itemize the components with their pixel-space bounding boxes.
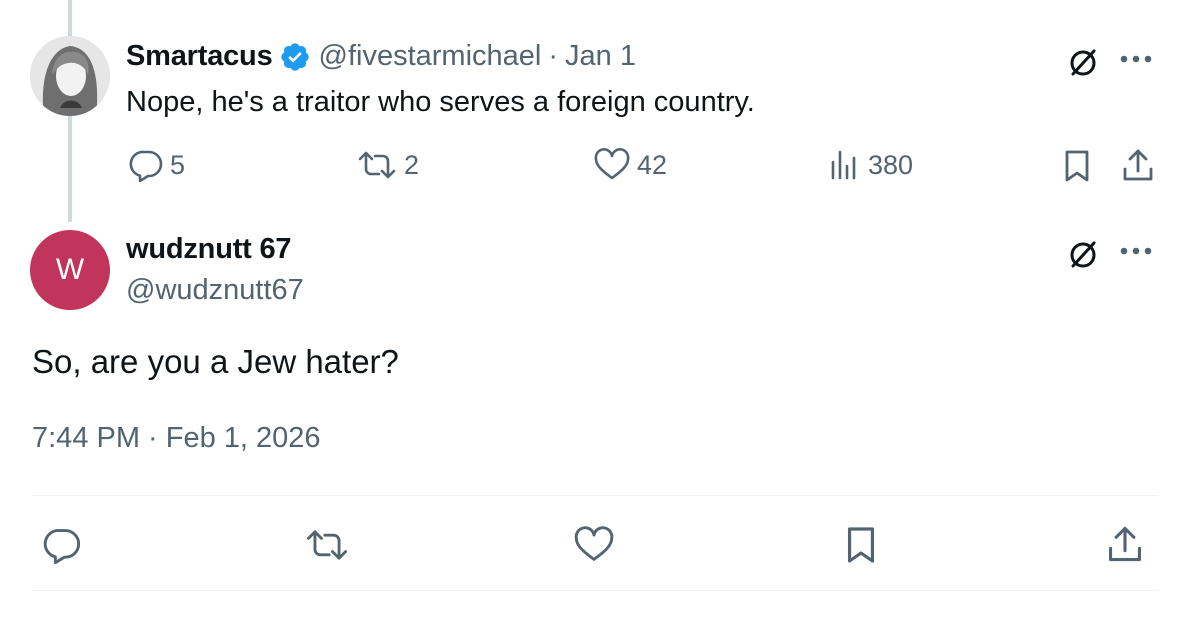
share-upload-icon <box>1123 149 1153 181</box>
grok-slash-circle-icon[interactable] <box>1063 236 1103 272</box>
share-button[interactable] <box>1120 146 1156 184</box>
share-upload-icon <box>1108 526 1141 562</box>
reply-button[interactable] <box>40 525 84 565</box>
avatar[interactable] <box>30 36 110 116</box>
reply-count: 5 <box>170 149 186 180</box>
bookmark-button[interactable] <box>842 524 880 566</box>
repost-arrows-icon <box>306 530 348 560</box>
like-count: 42 <box>637 149 668 180</box>
repost-button[interactable] <box>302 525 352 565</box>
parent-tweet-header: Smartacus @fivestarmichael · Jan 1 <box>126 40 636 73</box>
parent-tweet-text: Nope, he's a traitor who serves a foreig… <box>126 86 755 118</box>
display-name[interactable]: wudznutt 67 <box>126 233 292 266</box>
handle[interactable]: @wudznutt67 <box>126 274 304 307</box>
tweet-date[interactable]: Jan 1 <box>565 40 636 73</box>
repost-arrows-icon <box>358 151 396 179</box>
divider <box>32 495 1158 496</box>
separator-dot: · <box>548 40 559 72</box>
divider <box>32 590 1158 591</box>
avatar-photo-icon <box>30 36 110 116</box>
grok-slash-circle-icon[interactable] <box>1063 44 1103 80</box>
share-button[interactable] <box>1104 522 1146 566</box>
view-count: 380 <box>868 149 914 180</box>
repost-button[interactable]: 2 <box>356 148 419 182</box>
speech-bubble-icon <box>129 150 163 182</box>
bookmark-icon <box>847 527 875 563</box>
like-button[interactable] <box>572 525 616 565</box>
views-button[interactable]: 380 <box>828 148 913 182</box>
reply-button[interactable]: 5 <box>128 148 185 182</box>
heart-icon <box>574 526 614 561</box>
speech-bubble-icon <box>43 529 81 564</box>
repost-count: 2 <box>404 149 420 180</box>
more-dots-icon[interactable] <box>1115 48 1157 70</box>
avatar[interactable]: W <box>30 230 110 310</box>
tweet-timestamp[interactable]: 7:44 PM · Feb 1, 2026 <box>32 422 321 455</box>
like-button[interactable]: 42 <box>593 148 667 182</box>
display-name[interactable]: Smartacus <box>126 40 273 73</box>
bar-chart-icon <box>831 150 856 180</box>
verified-badge-icon <box>279 41 311 73</box>
heart-icon <box>594 148 630 180</box>
bookmark-button[interactable] <box>1060 148 1094 184</box>
tweet-text: So, are you a Jew hater? <box>32 343 399 380</box>
handle[interactable]: @fivestarmichael <box>319 40 542 73</box>
bookmark-icon <box>1065 150 1089 182</box>
more-dots-icon[interactable] <box>1115 240 1157 262</box>
